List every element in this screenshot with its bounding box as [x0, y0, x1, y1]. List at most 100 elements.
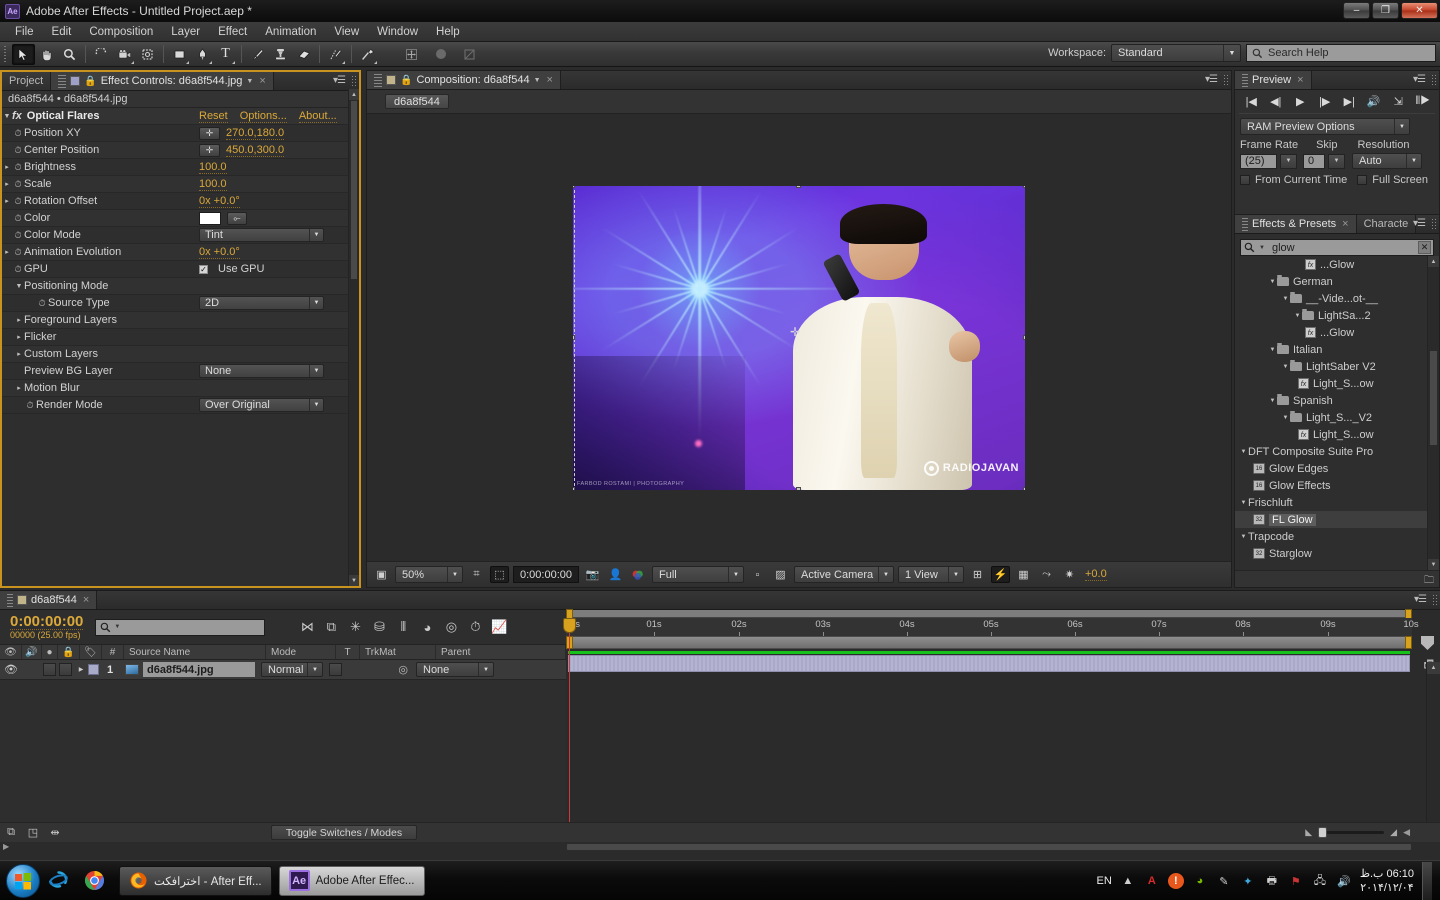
parent-select[interactable]: None ▼ — [416, 662, 494, 677]
panel-grip-dots[interactable] — [1431, 218, 1437, 231]
zoom-tool[interactable] — [58, 44, 81, 65]
property-row-rotation-offset[interactable]: ▸ ⏱ Rotation Offset 0x +0.0° — [2, 193, 359, 210]
disclosure-icon[interactable]: ▸ — [14, 384, 24, 392]
start-button[interactable] — [6, 863, 40, 898]
play-button[interactable]: ▶ — [1292, 95, 1309, 108]
puppet-pin-tool[interactable] — [356, 44, 379, 65]
trkmat-header[interactable]: TrkMat — [360, 645, 436, 659]
blend-mode-select[interactable]: Normal ▼ — [261, 662, 323, 677]
property-value[interactable]: 450.0,300.0 — [226, 144, 285, 157]
property-row-motion-blur[interactable]: ▸ Motion Blur — [2, 380, 359, 397]
tab-composition[interactable]: 🔒 Composition: d6a8f544 ▼ × — [367, 71, 561, 89]
disclosure-icon[interactable]: ▼ — [1281, 364, 1290, 370]
transfer-controls-icon[interactable]: ◳ — [22, 826, 44, 839]
panel-grip-dots[interactable] — [1223, 74, 1229, 87]
disclosure-icon[interactable]: ▼ — [1281, 415, 1290, 421]
from-current-time-checkbox[interactable] — [1240, 175, 1250, 185]
resize-handle[interactable] — [573, 334, 575, 340]
property-row-scale[interactable]: ▸ ⏱ Scale 100.0 — [2, 176, 359, 193]
panel-menu-icon[interactable]: ▾☰ — [1414, 594, 1427, 605]
scroll-up-icon[interactable]: ▲ — [349, 89, 359, 100]
chevron-down-icon[interactable]: ▼ — [246, 78, 253, 85]
menu-file[interactable]: File — [6, 24, 43, 40]
scroll-up-icon[interactable]: ▲ — [1427, 662, 1440, 674]
property-row-position-xy[interactable]: ▸ ⏱ Position XY ✛ 270.0,180.0 — [2, 125, 359, 142]
clone-stamp-tool[interactable] — [269, 44, 292, 65]
panel-menu-icon[interactable]: ▾☰ — [1413, 218, 1426, 229]
first-frame-button[interactable]: |◀ — [1243, 95, 1260, 108]
resize-handle[interactable] — [573, 486, 575, 490]
acrobat-icon[interactable]: A — [1144, 873, 1160, 889]
lock-icon[interactable]: 🔒 — [84, 76, 96, 87]
stopwatch-icon[interactable]: ⏱ — [12, 128, 24, 139]
panel-grip-dots[interactable] — [1431, 74, 1437, 87]
frame-blending-icon[interactable]: ⛁ — [367, 616, 391, 638]
work-area-top-strip[interactable] — [566, 609, 1412, 620]
camera-select[interactable]: Active Camera ▼ — [794, 566, 894, 583]
menu-help[interactable]: Help — [427, 24, 469, 40]
stopwatch-icon[interactable]: ⏱ — [24, 400, 36, 411]
previous-frame-button[interactable]: ◀| — [1267, 95, 1284, 108]
time-ruler[interactable]: 0s 01s 02s 03s 04s 05s 06s 07s 08s 09s 1… — [566, 618, 1419, 640]
property-row-center-position[interactable]: ▸ ⏱ Center Position ✛ 450.0,300.0 — [2, 142, 359, 159]
disclosure-icon[interactable]: ▼ — [1281, 296, 1290, 302]
list-item[interactable]: 16 Glow Effects — [1235, 477, 1427, 494]
disclosure-icon[interactable]: ▼ — [1239, 500, 1248, 506]
alert-icon[interactable]: ! — [1167, 873, 1184, 889]
panel-menu-icon[interactable]: ▾☰ — [1413, 74, 1426, 85]
grid-guides-icon[interactable]: ⌗ — [467, 566, 486, 583]
render-mode-dropdown[interactable]: Over Original ▼ — [199, 398, 324, 412]
close-button[interactable]: ✕ — [1401, 2, 1438, 19]
timeline-link-icon[interactable]: ▦ — [1014, 566, 1033, 583]
network-icon[interactable]: 🖧 — [1312, 873, 1328, 889]
cti-handle[interactable] — [563, 618, 576, 633]
toolbar-grip[interactable] — [2, 44, 10, 64]
list-item[interactable]: fx ...Glow — [1235, 256, 1427, 273]
disclosure-icon[interactable]: ▼ — [1268, 398, 1277, 404]
google-chrome-icon[interactable] — [76, 864, 112, 898]
close-icon[interactable]: × — [1297, 74, 1303, 86]
solo-toggle-header[interactable]: ● — [42, 645, 58, 659]
frame-rate-dropdown-icon[interactable]: ▼ — [1280, 153, 1297, 169]
disclosure-icon[interactable]: ▼ — [1239, 534, 1248, 540]
list-item-selected[interactable]: 32 FL Glow — [1235, 511, 1427, 528]
tab-effects-presets[interactable]: Effects & Presets × — [1235, 215, 1357, 233]
disclosure-icon[interactable]: ▼ — [1293, 313, 1302, 319]
resolution-select[interactable]: Auto ▼ — [1352, 153, 1422, 169]
property-row-positioning-mode[interactable]: ▼ Positioning Mode — [2, 278, 359, 295]
ram-preview-options-select[interactable]: RAM Preview Options ▼ — [1240, 118, 1410, 135]
snap-toggle-icon[interactable] — [458, 44, 481, 65]
effect-controls-scrollbar[interactable]: ▲ ▼ — [348, 89, 359, 586]
roto-brush-tool[interactable] — [324, 44, 347, 65]
list-item[interactable]: fx Light_S...ow — [1235, 426, 1427, 443]
layer-duration-bar[interactable] — [568, 655, 1410, 672]
in-out-panel-icon[interactable]: ⇹ — [44, 826, 66, 839]
trkmat-icon[interactable]: ◎ — [342, 663, 416, 676]
panel-menu-icon[interactable]: ▾☰ — [1205, 74, 1218, 85]
property-value[interactable]: 270.0,180.0 — [226, 127, 285, 140]
composition-viewer[interactable]: RADIOJAVAN FARBOD ROSTAMI | PHOTOGRAPHY … — [367, 114, 1231, 561]
menu-edit[interactable]: Edit — [43, 24, 81, 40]
toggle-switches-modes-button[interactable]: Toggle Switches / Modes — [271, 825, 417, 840]
current-time-indicator[interactable] — [563, 618, 576, 834]
effects-list-scrollbar[interactable]: ▲ ▼ — [1427, 256, 1439, 570]
minimize-button[interactable]: – — [1343, 2, 1370, 19]
parent-header[interactable]: Parent — [436, 645, 566, 659]
search-dropdown-icon[interactable]: ▼ — [1259, 245, 1265, 251]
timeline-zoom-slider[interactable] — [1318, 827, 1385, 838]
stopwatch-icon[interactable]: ⏱ — [12, 196, 24, 207]
tab-effect-controls[interactable]: 🔒 Effect Controls: d6a8f544.jpg ▼ × — [51, 72, 274, 90]
effect-header-row[interactable]: ▼ fx Optical Flares Reset Options... Abo… — [2, 108, 359, 125]
effect-disclosure-icon[interactable]: ▼ — [2, 113, 12, 120]
scroll-down-icon[interactable]: ▼ — [1428, 559, 1439, 570]
preserve-transparency-toggle[interactable] — [329, 663, 342, 676]
scroll-down-icon[interactable]: ▼ — [349, 575, 359, 586]
list-item[interactable]: fx Light_S...ow — [1235, 375, 1427, 392]
menu-view[interactable]: View — [325, 24, 368, 40]
pen-tool[interactable] — [191, 44, 214, 65]
list-item[interactable]: ▼ German — [1235, 273, 1427, 290]
graph-editor-icon[interactable]: 📈 — [487, 616, 511, 638]
pixel-aspect-icon[interactable]: ⊞ — [968, 566, 987, 583]
disclosure-icon[interactable]: ▸ — [2, 163, 12, 171]
region-of-interest-icon[interactable]: ▫ — [748, 566, 767, 583]
